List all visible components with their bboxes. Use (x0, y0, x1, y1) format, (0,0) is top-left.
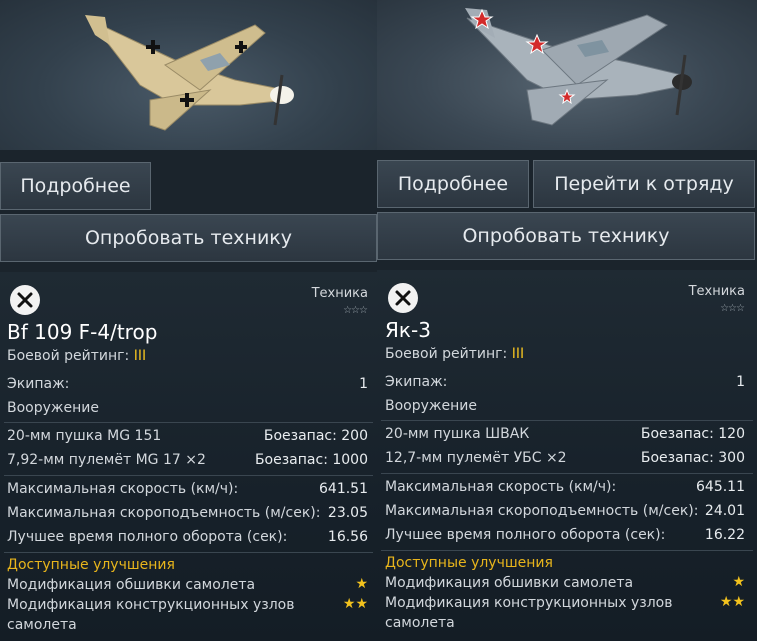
upgrade-stars: ★ (732, 574, 745, 590)
yak3-aircraft-image (465, 8, 692, 126)
weapon-ammo: Боезапас: 1000 (254, 452, 368, 468)
crew-value: 1 (736, 374, 745, 390)
upgrades-title: Доступные улучшения (7, 557, 175, 573)
stat-label: Максимальная скорость (км/ч): (385, 479, 617, 495)
upgrade-stars: ★★ (719, 594, 745, 610)
rank-stars: ☆☆☆ (343, 305, 368, 316)
crew-label: Экипаж: (7, 376, 70, 392)
upgrade-stars: ★★ (342, 596, 368, 612)
upgrade-stars: ★ (355, 576, 368, 592)
stat-value: 16.56 (327, 529, 368, 545)
try-vehicle-button[interactable]: Опробовать технику (0, 214, 377, 262)
upgrade-item: Модификация конструкционных узлов (385, 595, 673, 611)
bf109-aircraft-image (85, 15, 294, 131)
upgrade-item-cont: самолета (385, 615, 455, 631)
weapon-ammo: Боезапас: 300 (640, 450, 745, 466)
weapon-name: 20-мм пушка ШВАК (385, 426, 530, 442)
stat-value: 645.11 (696, 479, 745, 495)
vehicle-card-yak3: Подробнее Перейти к отряду Опробовать те… (377, 0, 757, 641)
weapon-ammo: Боезапас: 200 (263, 428, 368, 444)
vehicle-info-panel: Техника ☆☆☆ Як-3 Боевой рейтинг: III Эки… (377, 270, 757, 641)
fighter-role-icon (388, 283, 418, 313)
stat-label: Лучшее время полного оборота (сек): (7, 529, 288, 545)
crew-label: Экипаж: (385, 374, 448, 390)
armament-label: Вооружение (385, 398, 477, 414)
category-label: Техника (311, 286, 368, 301)
stat-value: 24.01 (704, 503, 745, 519)
weapon-name: 12,7-мм пулемёт УБС ×2 (385, 450, 567, 466)
upgrades-title: Доступные улучшения (385, 555, 553, 571)
aircraft-preview (377, 0, 757, 150)
vehicle-name: Bf 109 F-4/trop (7, 320, 158, 344)
stat-label: Максимальная скорость (км/ч): (7, 481, 239, 497)
upgrade-item: Модификация конструкционных узлов (7, 597, 295, 613)
rank-stars: ☆☆☆ (720, 303, 745, 314)
armament-label: Вооружение (7, 400, 99, 416)
weapon-name: 20-мм пушка MG 151 (7, 428, 162, 444)
upgrade-item: Модификация обшивки самолета (7, 577, 256, 593)
vehicle-card-bf109: Подробнее Опробовать технику Техника ☆☆☆… (0, 0, 377, 641)
stat-label: Максимальная скороподъемность (м/сек): (7, 505, 321, 521)
stat-value: 23.05 (327, 505, 368, 521)
stat-value: 16.22 (704, 527, 745, 543)
upgrade-item: Модификация обшивки самолета (385, 575, 634, 591)
divider (381, 550, 753, 551)
upgrade-item-cont: самолета (7, 617, 77, 633)
try-vehicle-button[interactable]: Опробовать технику (377, 212, 755, 260)
crew-value: 1 (359, 376, 368, 392)
divider (381, 420, 753, 421)
divider (4, 552, 373, 553)
weapon-ammo: Боезапас: 120 (640, 426, 745, 442)
go-to-squadron-button[interactable]: Перейти к отряду (533, 160, 755, 208)
stat-label: Лучшее время полного оборота (сек): (385, 527, 666, 543)
battle-rating: Боевой рейтинг: III (7, 348, 147, 364)
aircraft-preview (0, 0, 377, 150)
category-label: Техника (688, 284, 745, 299)
fighter-role-icon (10, 285, 40, 315)
stat-label: Максимальная скороподъемность (м/сек): (385, 503, 699, 519)
vehicle-name: Як-3 (385, 318, 431, 342)
divider (4, 475, 373, 476)
battle-rating: Боевой рейтинг: III (385, 346, 525, 362)
details-button[interactable]: Подробнее (0, 162, 151, 210)
details-button[interactable]: Подробнее (377, 160, 529, 208)
weapon-name: 7,92-мм пулемёт MG 17 ×2 (7, 452, 206, 468)
vehicle-info-panel: Техника ☆☆☆ Bf 109 F-4/trop Боевой рейти… (0, 272, 377, 641)
divider (4, 422, 373, 423)
stat-value: 641.51 (319, 481, 368, 497)
divider (381, 473, 753, 474)
